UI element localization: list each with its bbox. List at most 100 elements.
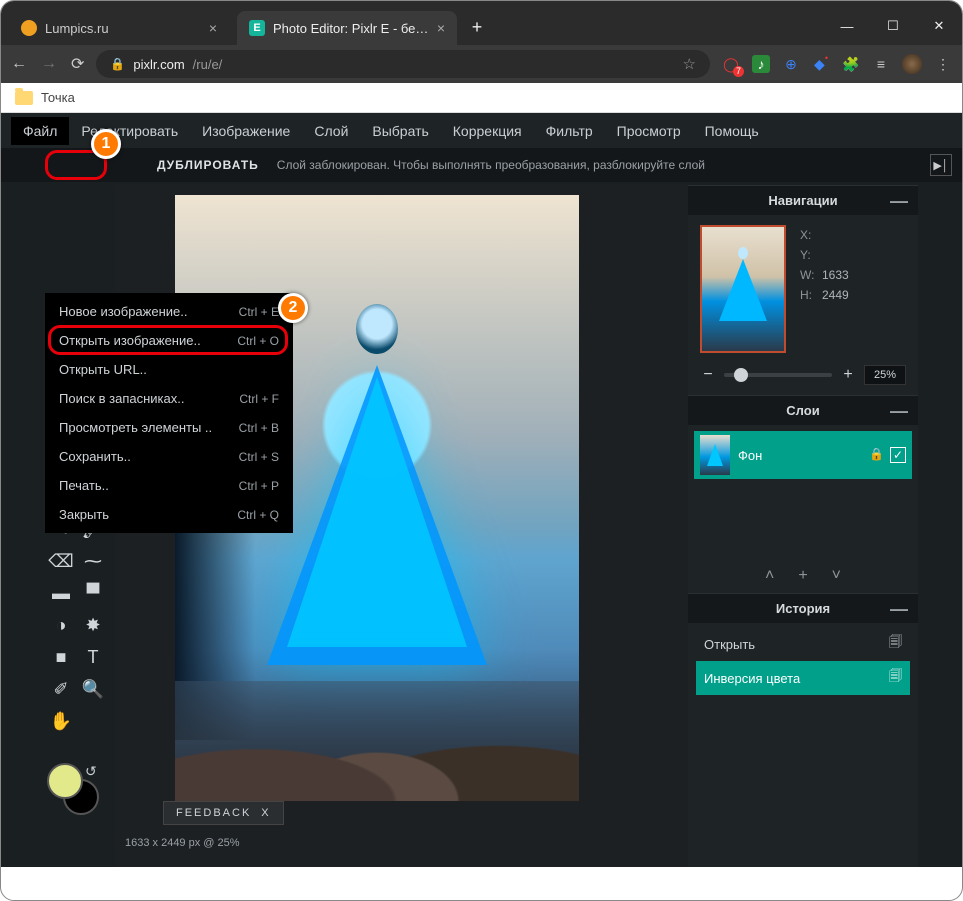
menu-adjustment[interactable]: Коррекция [441,117,534,145]
layer-visible-icon[interactable]: ✓ [890,447,906,463]
reload-button[interactable]: ⟳ [71,54,84,74]
layer-row-background[interactable]: Фон 🔒 ✓ [694,431,912,479]
extension-icons: ◯7 ♪ ⊕ ◆• 🧩 ≡ ⋮ [722,54,952,74]
opt-duplicate[interactable]: ДУБЛИРОВАТЬ [157,158,259,172]
layers-panel-collapse-icon[interactable]: — [890,406,908,416]
file-menu-label: Открыть изображение.. [59,333,201,348]
file-menu-label: Новое изображение.. [59,304,187,319]
menu-filter[interactable]: Фильтр [534,117,605,145]
swap-colors-icon[interactable]: ↺ [85,763,97,780]
annotation-badge-2: 2 [278,293,308,323]
expand-options-icon[interactable]: ▶│ [930,154,952,176]
history-panel-header: История — [688,593,918,623]
minimize-button[interactable]: — [824,7,870,45]
zoom-tool[interactable]: 🔍 [77,673,109,705]
nav-panel-collapse-icon[interactable]: — [890,196,908,206]
replace-color-tool[interactable]: ◑ [45,609,77,641]
tab2-close-icon[interactable]: × [437,20,445,36]
file-menu-item-7[interactable]: ЗакрытьCtrl + Q [45,500,293,529]
feedback-button[interactable]: FEEDBACK X [163,801,284,825]
feedback-close-icon[interactable]: X [261,807,270,819]
reading-list-icon[interactable]: ≡ [872,55,890,73]
new-tab-button[interactable]: + [463,13,491,41]
file-menu-item-2[interactable]: Открыть URL.. [45,355,293,384]
ext-cube-icon[interactable]: ◆• [812,55,830,73]
zoom-slider[interactable] [724,373,832,377]
text-tool[interactable]: T [77,641,109,673]
nav-panel-title: Навигации [768,193,837,208]
history-doc-icon: 🗐 [889,667,902,689]
extensions-puzzle-icon[interactable]: 🧩 [842,55,860,73]
layer-down-icon[interactable]: ˅ [832,567,841,585]
ext-music-icon[interactable]: ♪ [752,55,770,73]
history-panel-collapse-icon[interactable]: — [890,604,908,614]
layer-up-icon[interactable]: ˄ [765,567,774,585]
bookmark-folder-icon[interactable] [15,91,33,105]
menu-help[interactable]: Помощь [693,117,771,145]
tab-pixlr[interactable]: E Photo Editor: Pixlr E - бесплатны × [237,11,457,45]
favicon-pixlr: E [249,20,265,36]
menu-view[interactable]: Просмотр [605,117,693,145]
close-window-button[interactable]: ✕ [916,7,962,45]
right-panels: Навигации — X: Y: W:1633 H:2449 − + 25% … [688,185,918,867]
file-menu-item-5[interactable]: Сохранить..Ctrl + S [45,442,293,471]
file-menu-item-4[interactable]: Просмотреть элементы ..Ctrl + B [45,413,293,442]
star-icon[interactable]: ☆ [683,55,696,73]
fill-tool[interactable]: ▬ [45,577,77,609]
history-panel-title: История [776,601,830,616]
zoom-value[interactable]: 25% [864,365,906,385]
url-domain: pixlr.com [133,57,184,72]
shape-tool[interactable]: ■ [45,641,77,673]
sharpen-tool[interactable]: ✸ [77,609,109,641]
gradient-tool[interactable]: ▀ [77,577,109,609]
zoom-out-button[interactable]: − [700,366,716,384]
file-menu-shortcut: Ctrl + O [237,334,279,348]
tab1-close-icon[interactable]: × [209,20,217,36]
bookmark-label[interactable]: Точка [41,90,75,105]
tab-lumpics[interactable]: Lumpics.ru × [9,11,229,45]
nav-y-label: Y: [800,245,822,265]
layer-lock-icon[interactable]: 🔒 [869,447,884,463]
history-item-open[interactable]: Открыть 🗐 [696,627,910,661]
url-field[interactable]: 🔒 pixlr.com/ru/e/ ☆ [96,50,710,78]
eyedropper-tool[interactable]: ✐ [45,673,77,705]
feedback-label: FEEDBACK [176,807,251,819]
tab2-title: Photo Editor: Pixlr E - бесплатны [273,21,429,36]
zoom-in-button[interactable]: + [840,366,856,384]
smudge-tool[interactable]: ⁓ [77,545,109,577]
browser-menu-icon[interactable]: ⋮ [934,55,952,73]
hand-tool[interactable]: ✋ [45,705,77,737]
navigator-thumbnail[interactable] [700,225,786,353]
address-bar: ← → ⟳ 🔒 pixlr.com/ru/e/ ☆ ◯7 ♪ ⊕ ◆• 🧩 ≡ … [1,45,962,83]
url-path: /ru/e/ [193,57,223,72]
file-menu-shortcut: Ctrl + E [239,305,279,319]
add-layer-icon[interactable]: + [798,567,807,585]
foreground-swatch[interactable] [47,763,83,799]
maximize-button[interactable]: ☐ [870,7,916,45]
browser-titlebar: Lumpics.ru × E Photo Editor: Pixlr E - б… [1,1,962,45]
file-menu-item-1[interactable]: Открыть изображение.. Ctrl + O [45,326,293,355]
menu-edit[interactable]: Редактировать [69,117,190,145]
file-menu-shortcut: Ctrl + P [239,479,279,493]
file-menu-item-3[interactable]: Поиск в запасниках..Ctrl + F [45,384,293,413]
menu-file[interactable]: Файл [11,117,69,145]
file-menu-item-6[interactable]: Печать..Ctrl + P [45,471,293,500]
navigator-info: X: Y: W:1633 H:2449 [800,225,849,353]
file-menu-label: Сохранить.. [59,449,131,464]
history-item-invert[interactable]: Инверсия цвета 🗐 [696,661,910,695]
ext-globe-icon[interactable]: ⊕ [782,55,800,73]
menu-image[interactable]: Изображение [190,117,302,145]
file-menu-item-0[interactable]: Новое изображение.. Ctrl + E [45,297,293,326]
file-menu-shortcut: Ctrl + B [239,421,279,435]
menu-layer[interactable]: Слой [302,117,360,145]
profile-avatar[interactable] [902,54,922,74]
menu-select[interactable]: Выбрать [360,117,440,145]
status-bar: 1633 x 2449 px @ 25% [125,837,240,849]
back-button[interactable]: ← [11,55,27,73]
ext-opera-icon[interactable]: ◯7 [722,55,740,73]
forward-button[interactable]: → [41,55,57,73]
eraser-tool[interactable]: ⌫ [45,545,77,577]
file-dropdown-menu: Новое изображение.. Ctrl + E Открыть изобр… [45,293,293,533]
file-menu-label: Поиск в запасниках.. [59,391,184,406]
layers-panel-title: Слои [786,403,819,418]
